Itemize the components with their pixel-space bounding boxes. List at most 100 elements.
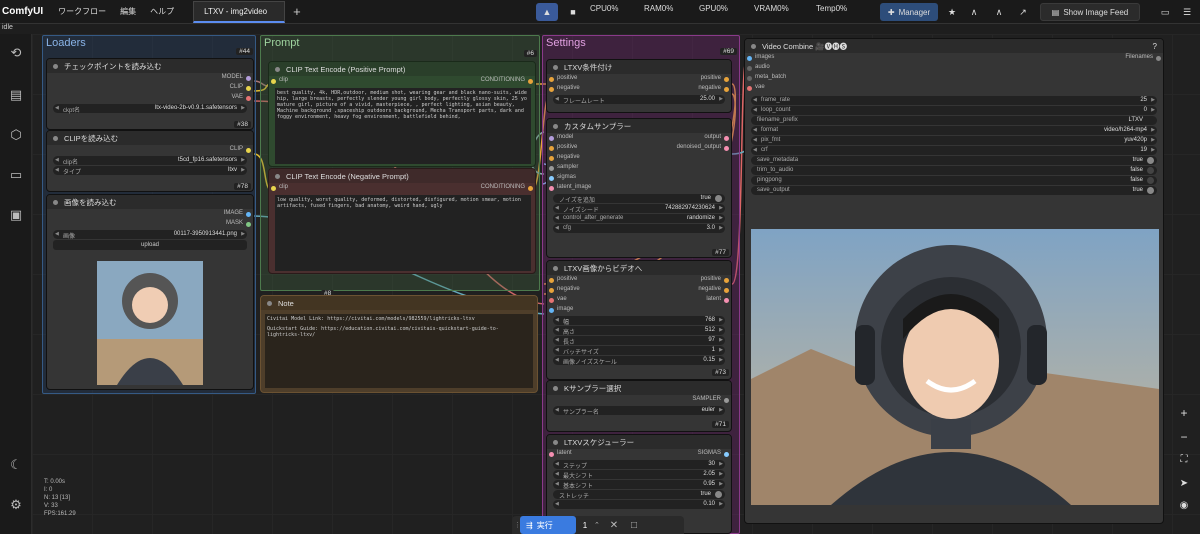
node-header: CLIPを読み込む [47, 131, 253, 145]
manager-button[interactable]: ✚ Manager [880, 3, 938, 21]
fit-view-icon[interactable]: ⛶ [1174, 454, 1194, 472]
loop-count-widget[interactable]: loop_count 0 [751, 106, 1157, 115]
node-custom-sampler[interactable]: カスタムサンプラー model output positive denoised_o… [546, 118, 732, 258]
length-widget[interactable]: 長さ 97 [553, 336, 725, 346]
clip-type-combo[interactable]: タイプ ltxv [53, 166, 247, 176]
node-library-icon[interactable]: ⬡ [7, 126, 25, 144]
widget-value: 0.15 [703, 357, 715, 363]
widget-label: ノイズシード [563, 208, 599, 214]
filename-prefix-input[interactable]: filename_prefix LTXV [751, 116, 1157, 125]
batch-size-widget[interactable]: バッチサイズ 1 [553, 346, 725, 356]
new-tab-button[interactable]: + [293, 4, 301, 19]
widget-label: 基本シフト [563, 484, 594, 490]
save-output-toggle[interactable]: save_output true [751, 186, 1157, 195]
widget-value: false [1130, 167, 1143, 173]
queue-list-icon[interactable]: ▤ [7, 86, 25, 104]
add-noise-toggle[interactable]: ノイズを追加 true [553, 194, 725, 204]
model-icon[interactable]: ∧ [965, 3, 983, 21]
queue-icon[interactable]: ▲ [536, 3, 558, 21]
bookmark-icon[interactable]: ■ [564, 3, 582, 21]
image-noise-scale-widget[interactable]: 画像ノイズスケール 0.15 [553, 356, 725, 366]
widget-value: randomize [686, 215, 715, 221]
steps-widget[interactable]: ステップ 30 [553, 460, 725, 470]
model-manager-icon[interactable]: ∧ [990, 3, 1008, 21]
upload-button[interactable]: upload [53, 240, 247, 250]
terminal-widget[interactable]: 0.10 [553, 500, 725, 509]
pingpong-toggle[interactable]: pingpong false [751, 176, 1157, 185]
toggle-links-icon[interactable]: ◉ [1174, 500, 1194, 518]
node-badge: #78 [234, 183, 251, 190]
frame-rate-widget[interactable]: フレームレート 25.00 [553, 95, 725, 105]
menu-icon[interactable]: ☰ [1178, 3, 1196, 21]
run-button[interactable]: ⇶ 実行 [520, 516, 576, 534]
batch-count[interactable]: 1 [576, 521, 594, 530]
max-shift-widget[interactable]: 最大シフト 2.05 [553, 470, 725, 480]
stop-icon[interactable]: □ [624, 520, 644, 531]
node-title: カスタムサンプラー [564, 121, 632, 131]
note-textarea[interactable]: Civitai Model Link: https://civitai.com/… [265, 314, 533, 388]
node-ltxv-conditioning[interactable]: LTXV条件付け positive positive negative negati… [546, 59, 732, 113]
history-icon[interactable]: ⟲ [7, 44, 25, 62]
panel-icon[interactable]: ▭ [1156, 3, 1174, 21]
sampler-name-combo[interactable]: サンプラー名 euler [553, 406, 725, 416]
status-idle: idle [2, 24, 13, 31]
positive-prompt-textarea[interactable]: best quality, 4k, HDR,outdoor, medium sh… [275, 88, 531, 164]
crf-widget[interactable]: crf 19 [751, 146, 1157, 155]
star-icon[interactable]: ★ [943, 3, 961, 21]
folder-icon[interactable]: ▭ [7, 166, 25, 184]
pix-fmt-combo[interactable]: pix_fmt yuv420p [751, 136, 1157, 145]
stepper-icon[interactable]: ⌃ [594, 521, 604, 529]
save-metadata-toggle[interactable]: save_metadata true [751, 156, 1157, 165]
image-combo[interactable]: 画像 00117-3950913441.png [53, 230, 247, 240]
drag-handle-icon[interactable]: ⋮ [512, 521, 521, 529]
share-icon[interactable]: ↗ [1014, 3, 1032, 21]
cfg-widget[interactable]: cfg 3.0 [553, 224, 725, 233]
node-negative-prompt[interactable]: CLIP Text Encode (Negative Prompt) clip C… [268, 168, 536, 274]
zoom-in-icon[interactable]: + [1174, 406, 1194, 424]
control-after-generate-combo[interactable]: control_after_generate randomize [553, 214, 725, 223]
width-widget[interactable]: 幅 768 [553, 316, 725, 326]
show-image-feed-button[interactable]: ▤ Show Image Feed [1040, 3, 1140, 21]
node-checkpoint-loader[interactable]: チェックポイントを読み込む MODEL CLIP VAE ckpt名 ltx-vi… [46, 58, 254, 130]
negative-prompt-textarea[interactable]: low quality, worst quality, deformed, di… [275, 195, 531, 271]
widget-label: フレームレート [563, 99, 605, 105]
height-widget[interactable]: 高さ 512 [553, 326, 725, 336]
tab-workflow[interactable]: LTXV - img2video [193, 0, 286, 23]
temp-stat: Temp0% [816, 4, 848, 13]
menu-edit[interactable]: 編集 [113, 6, 143, 17]
frame-rate-widget[interactable]: frame_rate 25 [751, 96, 1157, 105]
clip-name-combo[interactable]: clip名 t5cd_fp16.safetensors [53, 156, 247, 166]
node-clip-loader[interactable]: CLIPを読み込む CLIP clip名 t5cd_fp16.safetensor… [46, 130, 254, 192]
graph-canvas[interactable]: Loaders #44 チェックポイントを読み込む MODEL CLIP VAE… [32, 34, 1200, 534]
cancel-icon[interactable]: ✕ [604, 520, 624, 531]
format-combo[interactable]: format video/h264-mp4 [751, 126, 1157, 135]
widget-value: 0.95 [703, 481, 715, 487]
help-icon[interactable]: ? [1153, 42, 1157, 51]
input-meta-batch: meta_batch [755, 74, 787, 80]
menu-workflow[interactable]: ワークフロー [51, 6, 113, 17]
ckpt-name-combo[interactable]: ckpt名 ltx-video-2b-v0.9.1.safetensors [53, 104, 247, 114]
node-ksampler-select[interactable]: Kサンプラー選択 SAMPLER サンプラー名 euler #71 [546, 380, 732, 432]
node-ltxv-img-to-video[interactable]: LTXV画像からビデオへ positive positive negative ne… [546, 260, 732, 380]
select-mode-icon[interactable]: ➤ [1174, 478, 1194, 496]
settings-gear-icon[interactable]: ⚙ [7, 496, 25, 514]
zoom-out-icon[interactable]: − [1174, 430, 1194, 448]
note-line-1: Civitai Model Link: https://civitai.com/… [267, 316, 475, 322]
node-note[interactable]: Note Civitai Model Link: https://civitai… [260, 295, 538, 393]
widget-label: 画像 [63, 234, 76, 240]
image-icon[interactable]: ▣ [7, 206, 25, 224]
node-positive-prompt[interactable]: CLIP Text Encode (Positive Prompt) clip C… [268, 61, 536, 167]
theme-moon-icon[interactable]: ☾ [7, 456, 25, 474]
base-shift-widget[interactable]: 基本シフト 0.95 [553, 480, 725, 490]
widget-value: 19 [1140, 147, 1147, 153]
node-load-image[interactable]: 画像を読み込む IMAGE MASK 画像 00117-3950913441.pn… [46, 194, 254, 390]
settings-badge: #69 [720, 48, 737, 55]
stretch-toggle[interactable]: ストレッチ true [553, 490, 725, 500]
noise-seed-widget[interactable]: ノイズシード 742882974230624 [553, 204, 725, 214]
tab-label: LTXV - img2video [204, 6, 268, 16]
trim-to-audio-toggle[interactable]: trim_to_audio false [751, 166, 1157, 175]
input-clip: clip [279, 184, 289, 190]
output-model: MODEL [221, 74, 243, 80]
node-video-combine[interactable]: Video Combine 🎥🅥🅗🅢? images Filenames audi… [744, 38, 1164, 524]
menu-help[interactable]: ヘルプ [143, 6, 181, 17]
